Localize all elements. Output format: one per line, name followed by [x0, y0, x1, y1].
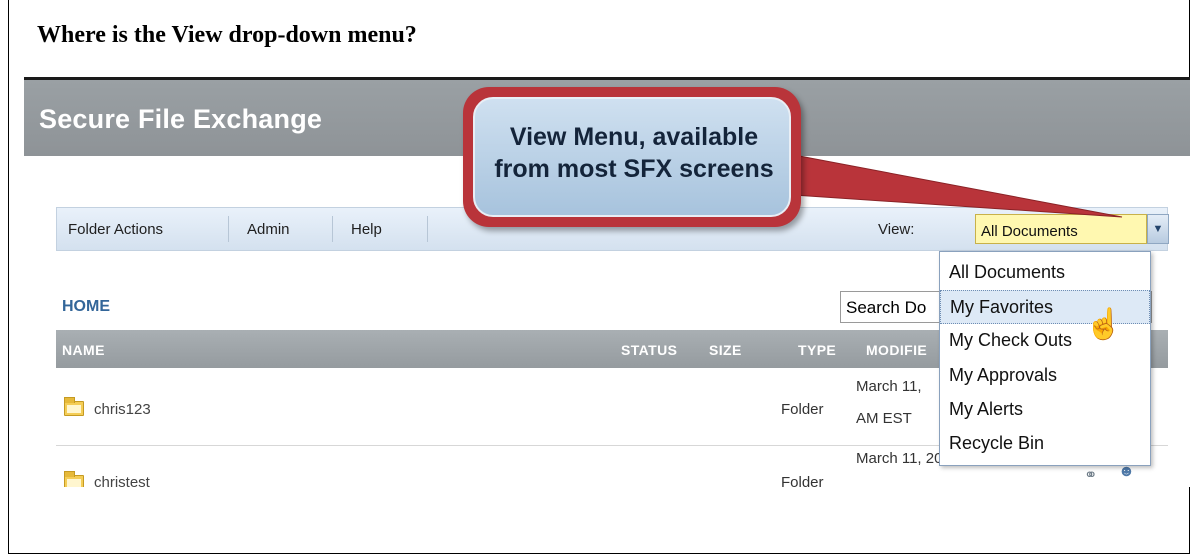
- menu-separator: [332, 216, 333, 242]
- row-modified-line2: AM EST: [856, 410, 912, 427]
- app-title: Secure File Exchange: [39, 104, 323, 134]
- folder-icon: [64, 397, 84, 416]
- menu-folder-actions[interactable]: Folder Actions: [68, 221, 163, 238]
- view-label: View:: [878, 221, 915, 238]
- column-name[interactable]: NAME: [62, 342, 105, 358]
- row-type: Folder: [781, 474, 824, 487]
- chevron-down-icon[interactable]: ▼: [1147, 214, 1169, 244]
- sfx-screenshot: Secure File Exchange Folder Actions Admi…: [24, 77, 1190, 487]
- option-recycle-bin[interactable]: Recycle Bin: [940, 427, 1150, 461]
- option-my-alerts[interactable]: My Alerts: [940, 393, 1150, 427]
- link-icon[interactable]: ⚭: [1084, 465, 1097, 485]
- search-input[interactable]: Search Do: [840, 291, 948, 323]
- option-my-approvals[interactable]: My Approvals: [940, 359, 1150, 393]
- row-type: Folder: [781, 401, 824, 418]
- callout-bubble: View Menu, available from most SFX scree…: [463, 87, 801, 227]
- column-modified[interactable]: MODIFIE: [866, 342, 927, 358]
- callout-line-1: View Menu, available: [509, 123, 759, 151]
- row-name-link[interactable]: christest: [94, 474, 150, 487]
- menu-help[interactable]: Help: [351, 221, 382, 238]
- folder-icon: [64, 471, 84, 487]
- row-name-link[interactable]: chris123: [94, 401, 151, 418]
- callout-text: View Menu, available from most SFX scree…: [475, 121, 793, 185]
- hand-cursor-icon: ☝: [1085, 308, 1123, 341]
- menu-separator: [427, 216, 428, 242]
- option-all-documents[interactable]: All Documents: [940, 256, 1150, 290]
- column-status[interactable]: STATUS: [621, 342, 677, 358]
- column-type[interactable]: TYPE: [798, 342, 836, 358]
- view-dropdown[interactable]: All Documents: [975, 214, 1147, 244]
- menu-separator: [228, 216, 229, 242]
- breadcrumb-home[interactable]: HOME: [62, 298, 110, 316]
- question-heading: Where is the View drop-down menu?: [37, 22, 417, 48]
- callout-inner: View Menu, available from most SFX scree…: [473, 97, 791, 217]
- column-size[interactable]: SIZE: [709, 342, 742, 358]
- row-modified-line1: March 11,: [856, 378, 922, 395]
- view-dropdown-list: All Documents My Favorites My Check Outs…: [939, 251, 1151, 466]
- callout-line-2: from most SFX screens: [494, 155, 774, 183]
- menu-admin[interactable]: Admin: [247, 221, 290, 238]
